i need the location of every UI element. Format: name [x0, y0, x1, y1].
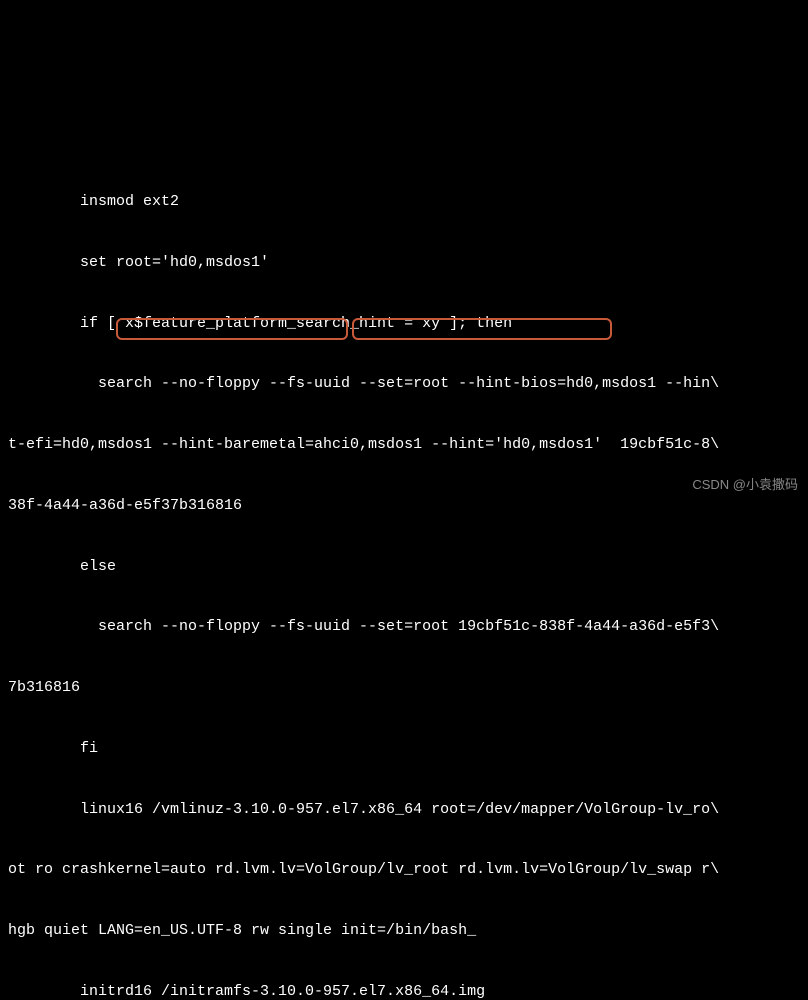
grub-line: search --no-floppy --fs-uuid --set=root … [8, 374, 800, 394]
grub-line: fi [8, 739, 800, 759]
grub-line: insmod ext2 [8, 192, 800, 212]
grub-line: ot ro crashkernel=auto rd.lvm.lv=VolGrou… [8, 860, 800, 880]
grub-line: 38f-4a44-a36d-e5f37b316816 [8, 496, 800, 516]
grub-line: 7b316816 [8, 678, 800, 698]
blank-line [8, 132, 800, 152]
grub-line: t-efi=hd0,msdos1 --hint-baremetal=ahci0,… [8, 435, 800, 455]
grub-line: set root='hd0,msdos1' [8, 253, 800, 273]
watermark-text: CSDN @小袁撒码 [692, 476, 798, 494]
grub-line: if [ x$feature_platform_search_hint = xy… [8, 314, 800, 334]
grub-line: search --no-floppy --fs-uuid --set=root … [8, 617, 800, 637]
grub-line: linux16 /vmlinuz-3.10.0-957.el7.x86_64 r… [8, 800, 800, 820]
grub-line-edited[interactable]: hgb quiet LANG=en_US.UTF-8 rw single ini… [8, 921, 800, 941]
grub-line: initrd16 /initramfs-3.10.0-957.el7.x86_6… [8, 982, 800, 1000]
grub-line: else [8, 557, 800, 577]
grub-editor[interactable]: insmod ext2 set root='hd0,msdos1' if [ x… [0, 91, 808, 1000]
